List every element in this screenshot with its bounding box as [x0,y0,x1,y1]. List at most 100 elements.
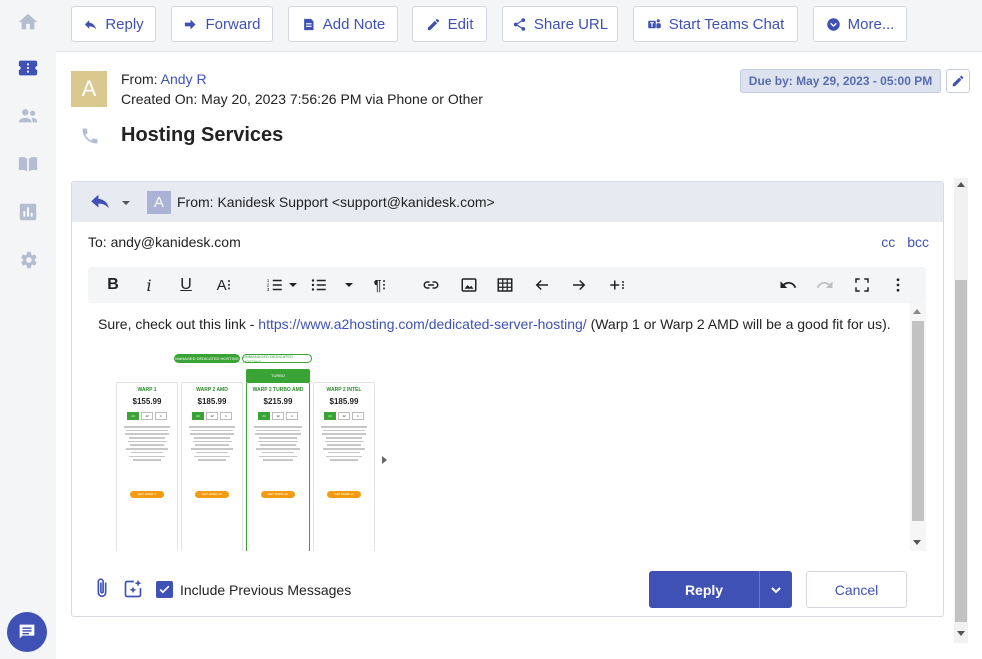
include-previous-checkbox[interactable] [156,581,173,598]
insert-table-icon[interactable] [494,273,516,297]
forward-arrow-icon [185,19,196,29]
checkmark-icon [159,585,170,594]
due-date-badge: Due by: May 29, 2023 - 05:00 PM [740,69,941,93]
requester-name-link[interactable]: Andy R [161,71,207,87]
reply-options-dropdown[interactable] [759,571,792,608]
plan-name: WARP 1 [137,387,157,393]
reply-button[interactable]: Reply [71,6,156,42]
teams-icon [647,18,661,28]
cc-link[interactable]: cc [881,234,895,250]
left-nav [0,0,56,659]
reply-type-dropdown-icon[interactable] [120,196,132,214]
body-suffix: (Warp 1 or Warp 2 AMD will be a good fit… [586,316,891,332]
more-options-vertical-icon[interactable] [888,273,908,297]
chat-icon [19,624,35,639]
reply-to-field[interactable]: To: andy@kanidesk.com [88,234,241,250]
plan-price: $185.99 [329,397,359,406]
reply-panel-header: A From: Kanidesk Support <support@kanide… [72,182,943,222]
chat-fab-button[interactable] [7,612,47,652]
pencil-icon [427,18,439,30]
main-content: Reply Forward Add Note Edit Share URL St… [56,0,982,659]
cancel-button[interactable]: Cancel [806,571,907,608]
scroll-down-icon[interactable] [957,631,965,636]
forward-button-label: Forward [205,15,261,33]
reports-icon[interactable] [16,200,40,224]
plan-price: $185.99 [197,397,227,406]
arrow-left-icon[interactable] [532,273,552,297]
plan-name: WARP 2 TURBO AMD [252,387,304,393]
bcc-link[interactable]: bcc [907,234,929,250]
undo-icon[interactable] [778,273,798,297]
font-size-button[interactable]: A⁝ [214,273,234,297]
include-previous-label[interactable]: Include Previous Messages [180,582,351,598]
underline-button[interactable]: U [178,273,194,297]
reply-type-icon[interactable] [90,194,110,215]
edit-due-date-button[interactable] [946,69,970,93]
bullet-list-icon[interactable] [308,273,330,297]
start-teams-chat-button[interactable]: Start Teams Chat [633,6,798,42]
editor-body[interactable]: Sure, check out this link - https://www.… [88,303,910,551]
insert-more-icon[interactable] [606,273,628,297]
pricing-tab-managed: MANAGED DEDICATED HOSTING [174,354,240,363]
edit-button[interactable]: Edit [412,6,487,42]
editor-scrollbar[interactable] [910,303,926,551]
insert-image-icon[interactable] [458,273,480,297]
from-label: From: [121,71,161,87]
arrow-right-icon[interactable] [569,273,589,297]
send-reply-button[interactable]: Reply [649,571,759,608]
ordered-list-icon[interactable]: 123 [264,273,286,297]
share-url-button-label: Share URL [533,15,609,33]
plan-card: WARP 2 TURBO AMD $215.99 24 12 1 GET WARP … [246,382,310,551]
body-prefix: Sure, check out this link - [98,316,259,332]
note-icon [303,18,314,30]
ticket-subject: Hosting Services [121,124,284,146]
main-scrollbar[interactable] [954,178,968,643]
reply-from[interactable]: From: Kanidesk Support <support@kanidesk… [177,194,495,210]
ticket-toolbar: Reply Forward Add Note Edit Share URL St… [56,0,982,52]
paragraph-format-icon[interactable]: ¶⁝ [370,273,390,297]
pricing-image: MANAGED DEDICATED HOSTING UNMANAGED DEDI… [114,347,394,551]
bold-button[interactable]: B [106,273,120,297]
attachment-paperclip-icon[interactable] [94,577,110,604]
knowledge-base-icon[interactable] [16,152,40,176]
editor-toolbar: B i U A⁝ 123 ¶⁝ [88,267,926,303]
contacts-icon[interactable] [16,104,40,128]
plan-cta: GET WARP 1 [130,490,164,498]
reply-panel: A From: Kanidesk Support <support@kanide… [71,181,944,617]
bullet-list-dropdown-icon[interactable] [344,273,354,297]
more-button-label: More... [847,15,895,33]
more-button[interactable]: More... [813,6,907,42]
carousel-next-icon [382,456,387,464]
italic-button[interactable]: i [142,273,156,297]
forward-button[interactable]: Forward [171,6,273,42]
body-link[interactable]: https://www.a2hosting.com/dedicated-serv… [258,316,586,332]
ticket-from: From: Andy R [121,71,207,87]
ordered-list-dropdown-icon[interactable] [288,273,298,297]
pricing-tab-unmanaged: UNMANAGED DEDICATED HOSTING [242,354,312,364]
editor-scroll-thumb[interactable] [912,321,924,521]
ticket-created-on: Created On: May 20, 2023 7:56:26 PM via … [121,91,483,107]
main-scroll-thumb[interactable] [955,280,967,622]
reply-body-text: Sure, check out this link - https://www.… [98,316,891,332]
tickets-icon[interactable] [16,56,40,80]
teams-chat-button-label: Start Teams Chat [668,15,785,33]
redo-icon[interactable] [815,273,835,297]
plan-card: WARP 2 AMD $185.99 24 12 1 GET WARP 2A [181,382,243,551]
app: Reply Forward Add Note Edit Share URL St… [0,0,982,659]
phone-icon [80,126,100,151]
share-url-button[interactable]: Share URL [502,6,618,42]
reply-button-label: Reply [105,15,144,33]
plan-price: $155.99 [132,397,162,406]
insert-link-icon[interactable] [420,273,442,297]
insert-canned-response-icon[interactable] [123,579,143,604]
scroll-up-icon[interactable] [913,309,921,314]
chevron-down-circle-icon [826,17,840,31]
scroll-up-icon[interactable] [957,182,965,187]
scroll-down-icon[interactable] [913,540,921,545]
add-note-button-label: Add Note [322,15,386,33]
add-note-button[interactable]: Add Note [288,6,398,42]
fullscreen-icon[interactable] [852,273,872,297]
plan-cta: GET WARP 2A [261,490,295,498]
settings-gear-icon[interactable] [16,248,40,272]
home-icon[interactable] [16,10,40,34]
